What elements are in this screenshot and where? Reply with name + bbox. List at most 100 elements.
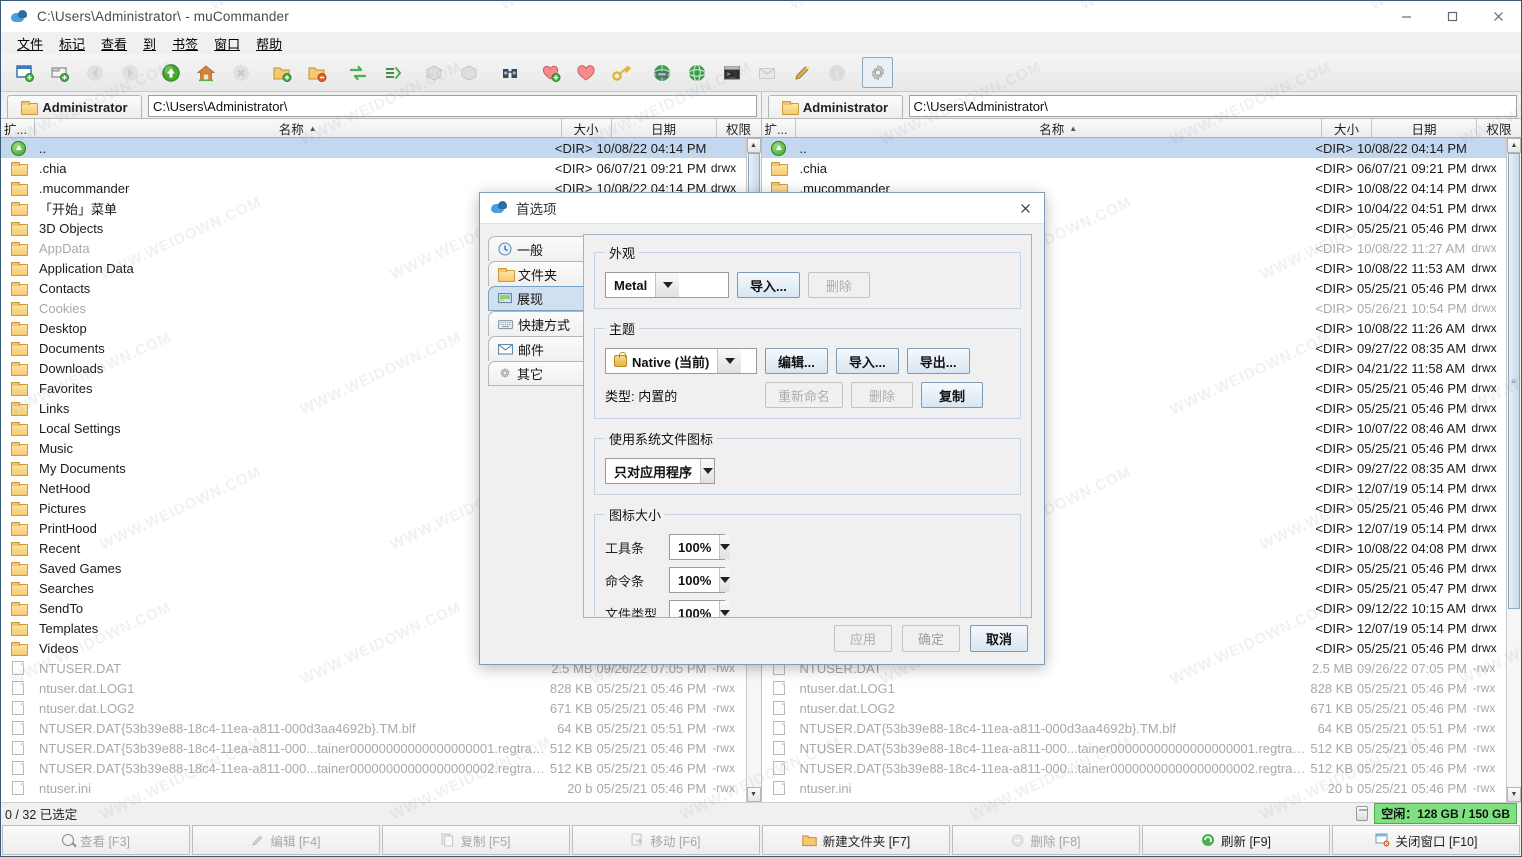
column-header-name[interactable]: 名称 ▲ (796, 119, 1322, 137)
credentials-icon[interactable] (605, 57, 636, 88)
column-header-date[interactable]: 日期 (1372, 119, 1477, 137)
table-row[interactable]: NTUSER.DAT{53b39e88-18c4-11ea-a811-000..… (762, 738, 1507, 758)
table-row[interactable]: .chia <DIR> 06/07/21 09:21 PM drwx (762, 158, 1507, 178)
scroll-track[interactable]: ≡ (1507, 153, 1521, 787)
column-header-permissions[interactable]: 权限 (717, 119, 761, 137)
file-type-icon-size-select[interactable]: 100% (669, 600, 731, 617)
right-scrollbar[interactable]: ▲ ≡ ▼ (1506, 138, 1521, 802)
sync-panels-icon[interactable] (377, 57, 408, 88)
column-header-size[interactable]: 大小 (562, 119, 612, 137)
scroll-down-button[interactable]: ▼ (1507, 787, 1521, 802)
fn-move[interactable]: 移动 [F6] (572, 825, 760, 855)
lookfeel-select[interactable]: Metal (605, 272, 729, 298)
fn-copy[interactable]: 复制 [F5] (382, 825, 570, 855)
chevron-down-icon[interactable] (655, 273, 680, 297)
menu-bookmarks[interactable]: 书签 (164, 32, 206, 55)
column-header-extension[interactable]: 扩... (1, 119, 35, 137)
find-icon[interactable] (494, 57, 525, 88)
table-row[interactable]: ntuser.ini 20 b 05/25/21 05:46 PM -rwx (762, 778, 1507, 798)
add-bookmark-icon[interactable] (535, 57, 566, 88)
scroll-up-button[interactable]: ▲ (746, 138, 761, 153)
tab-general[interactable]: 一般 (488, 236, 584, 261)
right-location-input[interactable]: C:\Users\Administrator\ (908, 95, 1517, 117)
row-permissions: -rwx (712, 701, 735, 715)
column-header-extension[interactable]: 扩... (762, 119, 796, 137)
toolbar-icon-size-select[interactable]: 100% (669, 534, 731, 560)
chevron-down-icon[interactable] (719, 568, 731, 592)
scroll-thumb[interactable]: ≡ (1508, 153, 1520, 610)
theme-select[interactable]: Native (当前) (605, 348, 757, 374)
cancel-button[interactable]: 取消 (970, 624, 1028, 652)
maximize-button[interactable] (1429, 1, 1475, 32)
minimize-button[interactable] (1383, 1, 1429, 32)
fn-edit[interactable]: 编辑 [F4] (192, 825, 380, 855)
ok-button[interactable]: 确定 (902, 624, 960, 652)
table-row[interactable]: .chia <DIR> 06/07/21 09:21 PM drwx (1, 158, 746, 178)
swap-panels-icon[interactable] (342, 57, 373, 88)
dialog-close-button[interactable] (1010, 196, 1040, 221)
table-row[interactable]: ntuser.dat.LOG2 671 KB 05/25/21 05:46 PM -r… (1, 698, 746, 718)
tab-appearance[interactable]: 展现 (488, 286, 584, 311)
theme-export-button[interactable]: 导出... (906, 348, 970, 374)
menu-go[interactable]: 到 (135, 32, 164, 55)
network-icon[interactable] (681, 57, 712, 88)
table-row[interactable]: ntuser.ini 20 b 05/25/21 05:46 PM -rwx (1, 778, 746, 798)
menu-view[interactable]: 查看 (93, 32, 135, 55)
scroll-down-button[interactable]: ▼ (746, 787, 761, 802)
tab-folders[interactable]: 文件夹 (488, 261, 584, 286)
terminal-icon[interactable]: >_ (716, 57, 747, 88)
column-header-date[interactable]: 日期 (612, 119, 717, 137)
chevron-down-icon[interactable] (700, 459, 714, 483)
theme-edit-button[interactable]: 编辑... (765, 348, 828, 374)
menu-mark[interactable]: 标记 (51, 32, 93, 55)
table-row[interactable]: .. <DIR> 10/08/22 04:14 PM (761, 138, 1506, 158)
mark-folder-icon[interactable] (266, 57, 297, 88)
chevron-down-icon[interactable] (719, 535, 731, 559)
table-row[interactable]: NTUSER.DAT{53b39e88-18c4-11ea-a811-000..… (1, 758, 746, 778)
properties-icon[interactable] (786, 57, 817, 88)
preferences-icon[interactable] (862, 57, 893, 88)
new-tab-icon[interactable] (44, 57, 75, 88)
unmark-folder-icon[interactable] (301, 57, 332, 88)
fn-delete[interactable]: 删除 [F8] (952, 825, 1140, 855)
table-row[interactable]: NTUSER.DAT{53b39e88-18c4-11ea-a811-000..… (762, 758, 1507, 778)
theme-import-button[interactable]: 导入... (835, 348, 899, 374)
tab-shortcuts[interactable]: 快捷方式 (488, 311, 584, 336)
connect-server-icon[interactable] (646, 57, 677, 88)
scroll-up-button[interactable]: ▲ (1507, 138, 1521, 153)
chevron-down-icon[interactable] (719, 601, 731, 617)
table-row[interactable]: NTUSER.DAT{53b39e88-18c4-11ea-a811-000d3… (1, 718, 746, 738)
home-icon[interactable] (190, 57, 221, 88)
system-icons-select[interactable]: 只对应用程序 (605, 458, 715, 484)
table-row[interactable]: ntuser.dat.LOG2 671 KB 05/25/21 05:46 PM -r… (762, 698, 1507, 718)
chevron-down-icon[interactable] (717, 349, 742, 373)
table-row[interactable]: .. <DIR> 10/08/22 04:14 PM (1, 138, 746, 158)
left-location-input[interactable]: C:\Users\Administrator\ (148, 95, 757, 117)
close-button[interactable] (1475, 1, 1521, 32)
tab-misc[interactable]: 其它 (488, 361, 584, 386)
theme-duplicate-button[interactable]: 复制 (921, 382, 984, 408)
fn-view[interactable]: 查看 [F3] (2, 825, 190, 855)
menu-file[interactable]: 文件 (9, 32, 51, 55)
right-panel-tab[interactable]: Administrator (767, 95, 903, 118)
lookfeel-import-button[interactable]: 导入... (737, 272, 800, 298)
edit-bookmarks-icon[interactable] (570, 57, 601, 88)
fn-refresh[interactable]: 刷新 [F9] (1142, 825, 1330, 855)
fn-mkdir[interactable]: 新建文件夹 [F7] (762, 825, 950, 855)
command-bar-icon-size-select[interactable]: 100% (669, 567, 731, 593)
parent-folder-icon[interactable] (155, 57, 186, 88)
folder-icon (10, 402, 28, 416)
table-row[interactable]: ntuser.dat.LOG1 828 KB 05/25/21 05:46 PM -r… (762, 678, 1507, 698)
new-window-icon[interactable] (9, 57, 40, 88)
fn-close[interactable]: 关闭窗口 [F10] (1332, 825, 1520, 855)
menu-help[interactable]: 帮助 (248, 32, 290, 55)
table-row[interactable]: NTUSER.DAT{53b39e88-18c4-11ea-a811-000..… (1, 738, 746, 758)
menu-window[interactable]: 窗口 (206, 32, 248, 55)
left-panel-tab[interactable]: Administrator (7, 95, 142, 118)
tab-mail[interactable]: 邮件 (488, 336, 584, 361)
table-row[interactable]: ntuser.dat.LOG1 828 KB 05/25/21 05:46 PM -r… (1, 678, 746, 698)
column-header-name[interactable]: 名称 ▲ (35, 119, 562, 137)
column-header-size[interactable]: 大小 (1322, 119, 1372, 137)
column-header-permissions[interactable]: 权限 (1477, 119, 1521, 137)
table-row[interactable]: NTUSER.DAT{53b39e88-18c4-11ea-a811-000d3… (762, 718, 1507, 738)
